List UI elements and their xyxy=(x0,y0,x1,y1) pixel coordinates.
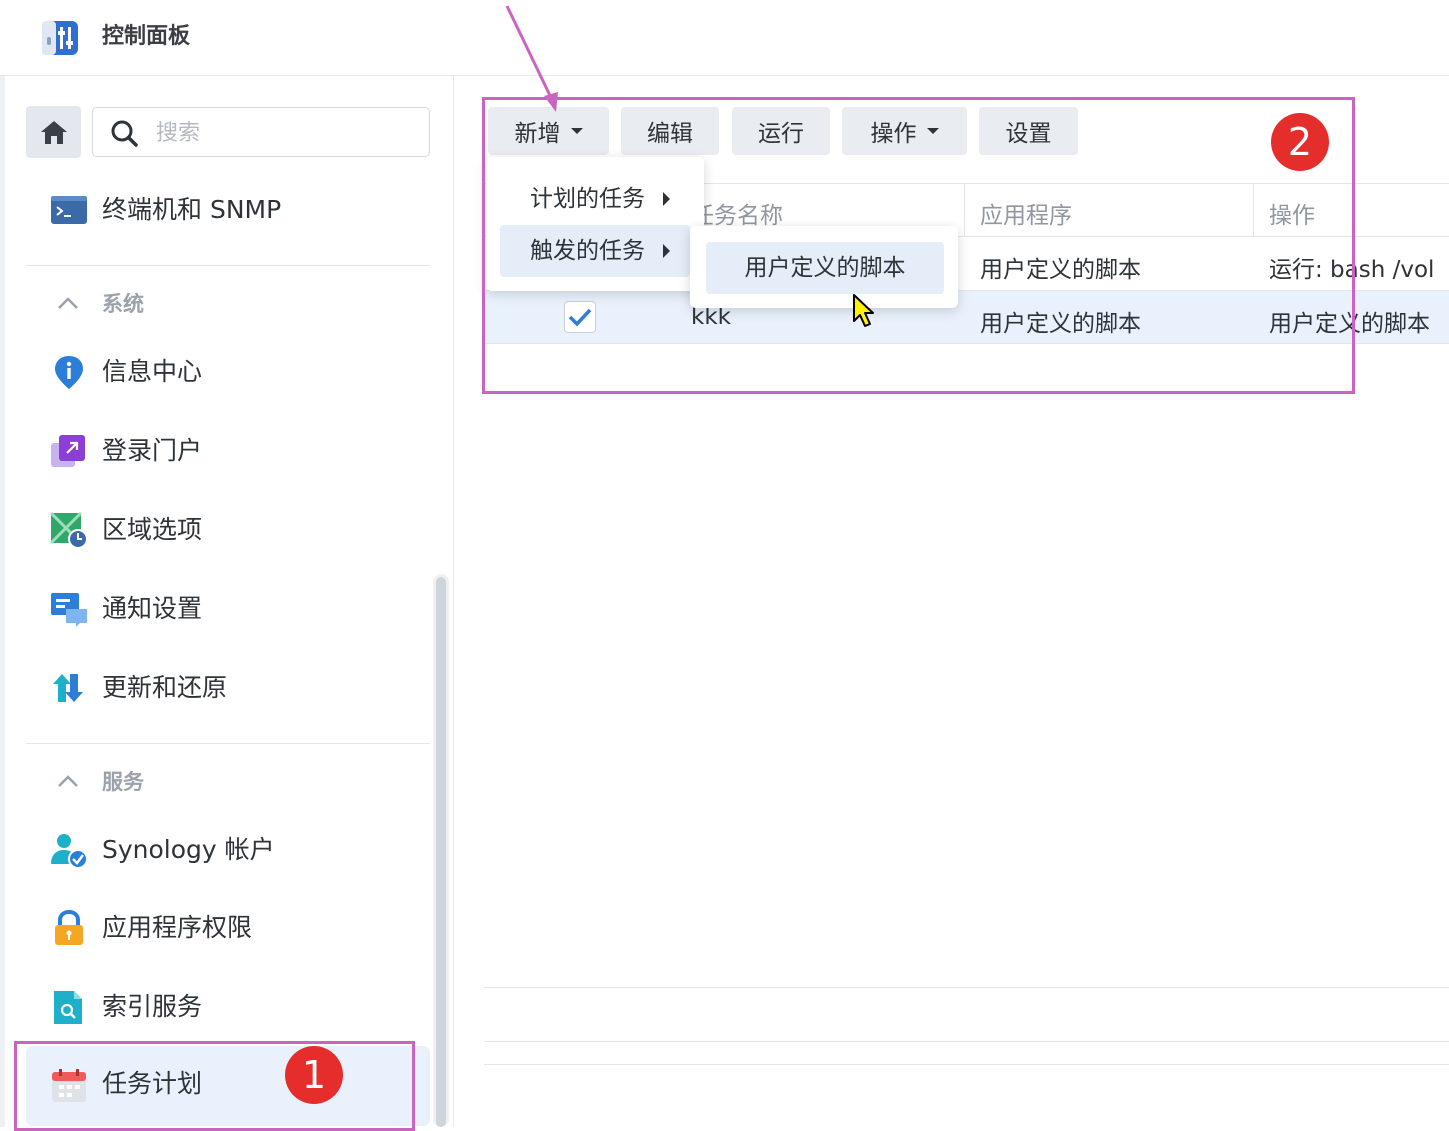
regional-options-icon xyxy=(50,512,88,548)
chevron-up-icon xyxy=(58,297,78,309)
login-portal-icon xyxy=(51,435,85,467)
synology-account-icon xyxy=(51,834,88,868)
search-icon xyxy=(111,120,138,147)
annotation-box-sidebar xyxy=(14,1041,415,1131)
sidebar-item-label: 区域选项 xyxy=(102,515,203,544)
title-bar xyxy=(0,0,1449,76)
grid-footer-line xyxy=(484,987,1449,988)
section-label: 服务 xyxy=(102,770,144,794)
sidebar-item-synology-account[interactable]: Synology 帐户 xyxy=(26,820,430,880)
annotation-badge-2: 2 xyxy=(1271,113,1329,171)
annotation-badge-1: 1 xyxy=(285,1046,343,1104)
sidebar-item-info-center[interactable]: 信息中心 xyxy=(26,342,430,402)
sidebar-item-label: 通知设置 xyxy=(102,594,203,623)
chevron-up-icon xyxy=(58,775,78,787)
sidebar-item-terminal-snmp[interactable]: 终端机和 SNMP xyxy=(26,180,430,240)
sidebar-item-login-portal[interactable]: 登录门户 xyxy=(26,421,430,481)
sidebar-divider xyxy=(26,265,430,266)
sidebar-item-update-restore[interactable]: 更新和还原 xyxy=(26,658,430,718)
info-center-icon xyxy=(55,356,83,389)
sidebar-item-indexing-service[interactable]: 索引服务 xyxy=(26,977,430,1037)
grid-footer-line xyxy=(484,1041,1449,1042)
search-input[interactable] xyxy=(154,114,418,152)
annotation-box-toolbar xyxy=(482,97,1355,394)
home-icon xyxy=(40,121,67,144)
section-label: 系统 xyxy=(102,292,144,316)
sidebar-item-app-privileges[interactable]: 应用程序权限 xyxy=(26,898,430,958)
sidebar-divider xyxy=(26,743,430,744)
sidebar-item-label: 登录门户 xyxy=(102,436,203,465)
sidebar-item-notification[interactable]: 通知设置 xyxy=(26,579,430,639)
window-title: 控制面板 xyxy=(102,24,191,49)
sidebar-scrollbar-thumb[interactable] xyxy=(436,577,446,1127)
notification-icon xyxy=(51,593,87,627)
sidebar-item-label: 应用程序权限 xyxy=(102,913,253,942)
sidebar-item-label: 信息中心 xyxy=(102,357,203,386)
app-privileges-icon xyxy=(55,910,83,945)
control-panel-icon xyxy=(42,21,78,55)
sidebar-item-label: 索引服务 xyxy=(102,992,203,1021)
sidebar-item-regional-options[interactable]: 区域选项 xyxy=(26,500,430,560)
section-system[interactable]: 系统 xyxy=(26,284,430,324)
home-button[interactable] xyxy=(26,106,81,158)
terminal-icon xyxy=(51,196,87,224)
sidebar-item-label: 更新和还原 xyxy=(102,673,228,702)
annotation-arrow xyxy=(505,5,558,112)
section-services[interactable]: 服务 xyxy=(26,762,430,802)
indexing-service-icon xyxy=(54,991,82,1024)
sidebar-item-label: Synology 帐户 xyxy=(102,835,275,864)
grid-footer-line xyxy=(484,1064,1449,1065)
update-restore-icon xyxy=(53,674,83,702)
sidebar-item-label: 终端机和 SNMP xyxy=(102,195,282,224)
